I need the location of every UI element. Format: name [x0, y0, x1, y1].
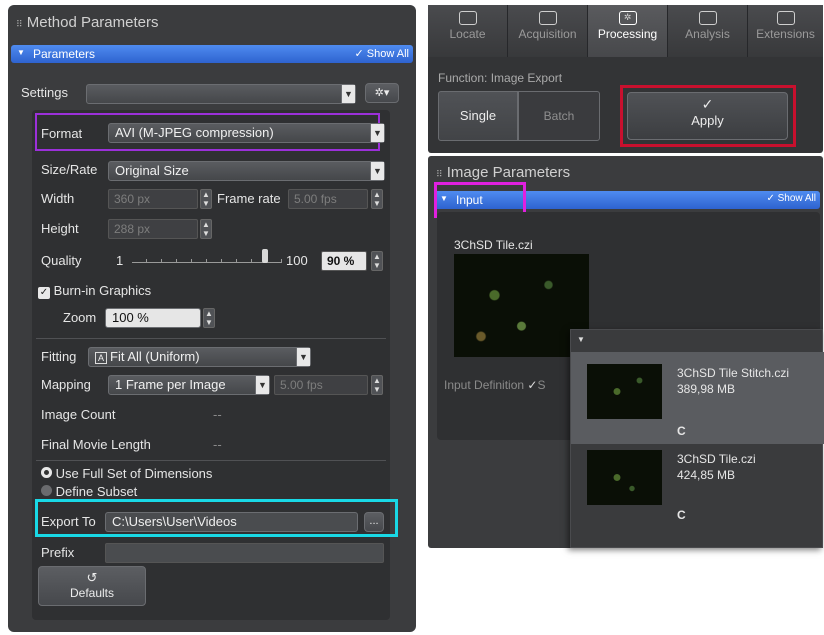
parameters-header[interactable]: ▼ Parameters ✓ Show All: [11, 45, 413, 63]
extensions-icon: [776, 11, 795, 25]
quality-slider[interactable]: [132, 249, 282, 263]
zoom-stepper[interactable]: ▲ ▼: [203, 308, 215, 328]
dropdown-item[interactable]: 3ChSD Tile.czi 424,85 MB C: [571, 446, 824, 538]
settings-menu-button[interactable]: ✲▾: [365, 83, 399, 103]
analysis-icon: [698, 11, 717, 25]
height-label: Height: [41, 221, 79, 236]
image-count-label: Image Count: [41, 407, 116, 422]
collapse-icon: ▼: [17, 48, 25, 57]
image-parameters-title: ⠿ Image Parameters: [436, 164, 571, 181]
method-parameters-title: ⠿ Method Parameters: [16, 14, 159, 31]
radio-empty-icon: [41, 485, 52, 496]
gear-icon: ✲▾: [374, 87, 390, 99]
format-label: Format: [41, 126, 83, 141]
grip-icon: ⠿: [16, 19, 23, 29]
input-definition-label: Input Definition ✓S: [444, 378, 546, 392]
quality-min-label: 1: [116, 253, 124, 268]
height-input[interactable]: 288 px: [108, 219, 198, 239]
quality-stepper[interactable]: ▲ ▼: [371, 251, 383, 271]
tab-acquisition[interactable]: Acquisition: [508, 5, 588, 57]
divider: [36, 338, 386, 339]
defaults-button[interactable]: ↺ Defaults: [38, 566, 146, 606]
undo-icon: ↺: [86, 570, 98, 585]
file-name-label: 3ChSD Tile.czi: [454, 238, 533, 252]
prefix-label: Prefix: [41, 545, 75, 560]
show-all-toggle[interactable]: ✓ Show All: [355, 47, 409, 60]
burn-in-checkbox[interactable]: ✓ Burn-in Graphics: [38, 283, 151, 299]
chevron-down-icon: ▼: [296, 348, 310, 366]
chevron-down-icon: ▼: [370, 124, 384, 142]
export-label: Export To: [41, 514, 96, 529]
single-button[interactable]: Single: [438, 91, 518, 141]
export-path-input[interactable]: C:\Users\User\Videos: [105, 512, 358, 532]
tab-processing[interactable]: ✲ Processing: [588, 5, 668, 57]
dropdown-thumbnail: [587, 450, 662, 505]
processing-icon: ✲: [618, 11, 637, 25]
size-rate-combo[interactable]: Original Size ▼: [108, 161, 385, 181]
subset-radio[interactable]: Define Subset: [41, 484, 137, 499]
dropdown-item-selected[interactable]: 3ChSD Tile Stitch.czi 389,98 MB C: [571, 352, 824, 444]
full-set-radio[interactable]: Use Full Set of Dimensions: [41, 466, 212, 481]
tab-locate[interactable]: Locate: [428, 5, 508, 57]
movie-length-value: --: [213, 437, 222, 452]
apply-button[interactable]: ✓ Apply: [627, 92, 788, 140]
fit-all-icon: A: [95, 352, 107, 364]
image-parameters-panel: ⠿ Image Parameters ▼ Input ✓ Show All 3C…: [428, 156, 824, 548]
mapping-label: Mapping: [41, 377, 91, 392]
quality-slider-thumb[interactable]: [261, 249, 268, 263]
width-input[interactable]: 360 px: [108, 189, 198, 209]
tab-analysis[interactable]: Analysis: [668, 5, 748, 57]
width-stepper[interactable]: ▲ ▼: [200, 189, 212, 209]
divider: [36, 460, 386, 461]
checkmark-icon: ✓: [38, 287, 50, 299]
frame-rate-stepper[interactable]: ▲ ▼: [371, 189, 383, 209]
size-rate-label: Size/Rate: [41, 162, 98, 177]
image-count-value: --: [213, 407, 222, 422]
acquisition-icon: [538, 11, 557, 25]
zoom-input[interactable]: 100 %: [105, 308, 201, 328]
chevron-down-icon: ▼: [370, 162, 384, 180]
chevron-down-icon: ▼: [341, 85, 355, 103]
frame-rate-label: Frame rate: [217, 191, 281, 206]
batch-button[interactable]: Batch: [518, 91, 600, 141]
mapping-fps-input[interactable]: 5.00 fps: [274, 375, 368, 395]
quality-input[interactable]: 90 %: [321, 251, 367, 271]
file-thumbnail[interactable]: [454, 254, 589, 357]
method-parameters-panel: ⠿ Method Parameters ▼ Parameters ✓ Show …: [8, 5, 416, 632]
file-dropdown[interactable]: ▼ 3ChSD Tile Stitch.czi 389,98 MB C 3ChS…: [570, 329, 824, 548]
function-line: Function: Image Export: [438, 71, 563, 85]
settings-combo[interactable]: ▼: [86, 84, 356, 104]
show-all-toggle[interactable]: ✓ Show All: [766, 193, 816, 204]
zoom-label: Zoom: [63, 310, 97, 325]
frame-rate-input[interactable]: 5.00 fps: [288, 189, 368, 209]
format-combo[interactable]: AVI (M-JPEG compression) ▼: [108, 123, 385, 143]
browse-button[interactable]: ...: [364, 512, 384, 532]
prefix-input[interactable]: [105, 543, 384, 563]
fitting-combo[interactable]: A Fit All (Uniform) ▼: [88, 347, 311, 367]
width-label: Width: [41, 191, 75, 206]
height-stepper[interactable]: ▲ ▼: [200, 219, 212, 239]
quality-max-label: 100: [286, 253, 308, 268]
tab-extensions[interactable]: Extensions: [748, 5, 823, 57]
locate-icon: [458, 11, 477, 25]
fitting-label: Fitting: [41, 349, 77, 364]
chevron-down-icon: ▼: [255, 376, 269, 394]
processing-panel: Locate Acquisition ✲ Processing Analysis …: [428, 5, 823, 153]
settings-label: Settings: [21, 85, 68, 100]
mapping-combo[interactable]: 1 Frame per Image ▼: [108, 375, 270, 395]
grip-icon: ⠿: [436, 169, 443, 179]
dropdown-thumbnail: [587, 364, 662, 419]
quality-label: Quality: [41, 253, 82, 268]
movie-length-label: Final Movie Length: [41, 437, 151, 452]
checkmark-icon: ✓: [701, 96, 714, 112]
radio-selected-icon: [41, 467, 52, 478]
chevron-down-icon: ▼: [577, 335, 585, 344]
mapping-fps-stepper[interactable]: ▲ ▼: [371, 375, 383, 395]
